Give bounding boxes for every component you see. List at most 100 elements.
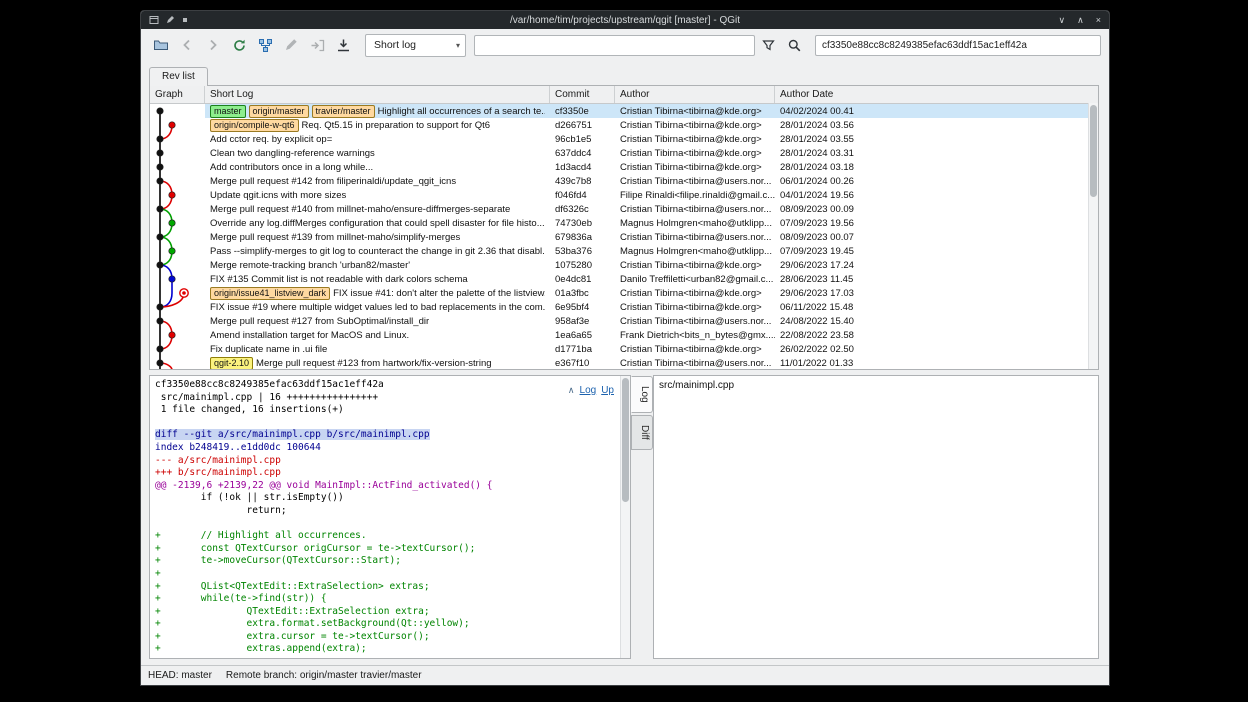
- magnifier-icon: [787, 38, 802, 53]
- back-button[interactable]: [175, 33, 199, 57]
- tabbar: Rev list: [141, 61, 1109, 85]
- commit-subject: FIX #135 Commit list is not readable wit…: [210, 274, 468, 285]
- diff-line: @@ -2139,6 +2139,22 @@ void MainImpl::Ac…: [155, 480, 618, 493]
- shortlog-cell: Add cctor req. by explicit op=: [205, 132, 550, 146]
- refresh-button[interactable]: [227, 33, 251, 57]
- column-header-author-date[interactable]: Author Date: [775, 86, 1098, 103]
- diff-scrollbar[interactable]: [620, 376, 630, 658]
- up-link[interactable]: Up: [601, 385, 614, 396]
- column-header-author[interactable]: Author: [615, 86, 775, 103]
- shortlog-cell: Fix duplicate name in .ui file: [205, 342, 550, 356]
- status-remote: Remote branch: origin/master travier/mas…: [226, 670, 422, 681]
- tab-log[interactable]: Log: [631, 376, 653, 413]
- log-link[interactable]: Log: [580, 385, 597, 396]
- open-repository-button[interactable]: [149, 33, 173, 57]
- commit-subject: Override any log.diffMerges configuratio…: [210, 218, 545, 229]
- commit-subject: Merge pull request #123 from hartwork/fi…: [256, 358, 491, 369]
- ref-badge-branch: travier/master: [312, 105, 375, 118]
- table-row[interactable]: Add contributors once in a long while...…: [150, 160, 1098, 174]
- commit-subject: Merge pull request #127 from SubOptimal/…: [210, 316, 429, 327]
- commit-tree-icon: [258, 38, 273, 53]
- files-panel: src/mainimpl.cpp: [653, 375, 1099, 659]
- author-cell: Danilo Treffiletti<urban82@gmail.c...: [615, 272, 775, 286]
- collapse-icon[interactable]: ∧: [568, 385, 575, 396]
- edit-patch-button[interactable]: [279, 33, 303, 57]
- table-row[interactable]: Add cctor req. by explicit op=96cb1e5Cri…: [150, 132, 1098, 146]
- scrollbar-handle[interactable]: [1090, 105, 1097, 197]
- table-row[interactable]: Override any log.diffMerges configuratio…: [150, 216, 1098, 230]
- filter-button[interactable]: [757, 33, 781, 57]
- column-header-graph[interactable]: Graph: [150, 86, 205, 103]
- titlebar[interactable]: /var/home/tim/projects/upstream/qgit [ma…: [141, 11, 1109, 29]
- row-main: Override any log.diffMerges configuratio…: [205, 216, 1098, 230]
- commit-subject: Amend installation target for MacOS and …: [210, 330, 409, 341]
- rev-list-scrollbar[interactable]: [1088, 103, 1098, 369]
- tab-rev-list[interactable]: Rev list: [149, 67, 208, 86]
- author-date-cell: 08/09/2023 00.09: [775, 202, 1098, 216]
- commit-hash-cell: 679836a: [550, 230, 615, 244]
- row-main: Pass --simplify-merges to git log to cou…: [205, 244, 1098, 258]
- diff-line: [155, 518, 618, 531]
- author-date-cell: 28/01/2024 03.55: [775, 132, 1098, 146]
- diff-line: + // Highlight all occurrences.: [155, 530, 618, 543]
- commit-graph: [150, 104, 205, 369]
- commit-hash-cell: 958af3e: [550, 314, 615, 328]
- shortlog-cell: Clean two dangling-reference warnings: [205, 146, 550, 160]
- tree-view-button[interactable]: [253, 33, 277, 57]
- funnel-icon: [761, 38, 776, 53]
- diff-line: [155, 417, 618, 430]
- sha-input[interactable]: [815, 35, 1101, 56]
- table-row[interactable]: qgit-2.10Merge pull request #123 from ha…: [150, 356, 1098, 369]
- table-row[interactable]: FIX issue #19 where multiple widget valu…: [150, 300, 1098, 314]
- table-row[interactable]: Merge pull request #127 from SubOptimal/…: [150, 314, 1098, 328]
- save-patch-button[interactable]: [331, 33, 355, 57]
- author-cell: Cristian Tibirna<tibirna@users.nor...: [615, 230, 775, 244]
- table-row[interactable]: Amend installation target for MacOS and …: [150, 328, 1098, 342]
- commit-subject: Req. Qt5.15 in preparation to support fo…: [302, 120, 491, 131]
- log-view-select[interactable]: Short log ▾: [365, 34, 466, 57]
- author-cell: Cristian Tibirna<tibirna@kde.org>: [615, 160, 775, 174]
- tab-diff[interactable]: Diff: [631, 415, 653, 450]
- author-cell: Cristian Tibirna<tibirna@kde.org>: [615, 132, 775, 146]
- shortlog-cell: Override any log.diffMerges configuratio…: [205, 216, 550, 230]
- close-button[interactable]: ×: [1096, 15, 1101, 26]
- apply-patch-button[interactable]: [305, 33, 329, 57]
- maximize-button[interactable]: ∧: [1077, 15, 1084, 26]
- table-header: Graph Short Log Commit Author Author Dat…: [150, 86, 1098, 104]
- forward-button[interactable]: [201, 33, 225, 57]
- table-row[interactable]: Merge pull request #139 from millnet-mah…: [150, 230, 1098, 244]
- scrollbar-handle[interactable]: [622, 378, 629, 502]
- column-header-short-log[interactable]: Short Log: [205, 86, 550, 103]
- diff-panel[interactable]: cf3350e88cc8c8249385efac63ddf15ac1eff42a…: [149, 375, 631, 659]
- table-row[interactable]: Clean two dangling-reference warnings637…: [150, 146, 1098, 160]
- highlight-search-button[interactable]: [783, 33, 807, 57]
- row-main: FIX issue #19 where multiple widget valu…: [205, 300, 1098, 314]
- table-row[interactable]: Merge pull request #140 from millnet-mah…: [150, 202, 1098, 216]
- search-input[interactable]: [474, 35, 755, 56]
- table-row[interactable]: Update qgit.icns with more sizesf046fd4F…: [150, 188, 1098, 202]
- diff-line: + while(te->find(str)) {: [155, 593, 618, 606]
- shortlog-cell: Merge remote-tracking branch 'urban82/ma…: [205, 258, 550, 272]
- bottom-split: cf3350e88cc8c8249385efac63ddf15ac1eff42a…: [149, 375, 1099, 659]
- arrow-into-box-icon: [310, 38, 325, 53]
- column-header-commit[interactable]: Commit: [550, 86, 615, 103]
- table-row[interactable]: FIX #135 Commit list is not readable wit…: [150, 272, 1098, 286]
- table-row[interactable]: masterorigin/mastertravier/masterHighlig…: [150, 104, 1098, 118]
- table-row[interactable]: Fix duplicate name in .ui filed1771baCri…: [150, 342, 1098, 356]
- table-row[interactable]: origin/compile-w-qt6Req. Qt5.15 in prepa…: [150, 118, 1098, 132]
- ref-badge-branch: origin/master: [249, 105, 309, 118]
- minimize-button[interactable]: ∨: [1059, 15, 1066, 26]
- shortlog-cell: origin/compile-w-qt6Req. Qt5.15 in prepa…: [205, 118, 550, 132]
- commit-hash-cell: 96cb1e5: [550, 132, 615, 146]
- table-row[interactable]: Pass --simplify-merges to git log to cou…: [150, 244, 1098, 258]
- qgit-window: /var/home/tim/projects/upstream/qgit [ma…: [140, 10, 1110, 686]
- table-row[interactable]: Merge remote-tracking branch 'urban82/ma…: [150, 258, 1098, 272]
- table-row[interactable]: origin/issue41_listview_darkFIX issue #4…: [150, 286, 1098, 300]
- author-date-cell: 26/02/2022 02.50: [775, 342, 1098, 356]
- author-cell: Cristian Tibirna<tibirna@kde.org>: [615, 300, 775, 314]
- pencil-icon[interactable]: [165, 15, 175, 25]
- pin-icon[interactable]: [181, 16, 189, 24]
- table-row[interactable]: Merge pull request #142 from filiperinal…: [150, 174, 1098, 188]
- file-item[interactable]: src/mainimpl.cpp: [659, 379, 1093, 392]
- commit-subject: FIX issue #41: don't alter the palette o…: [333, 288, 545, 299]
